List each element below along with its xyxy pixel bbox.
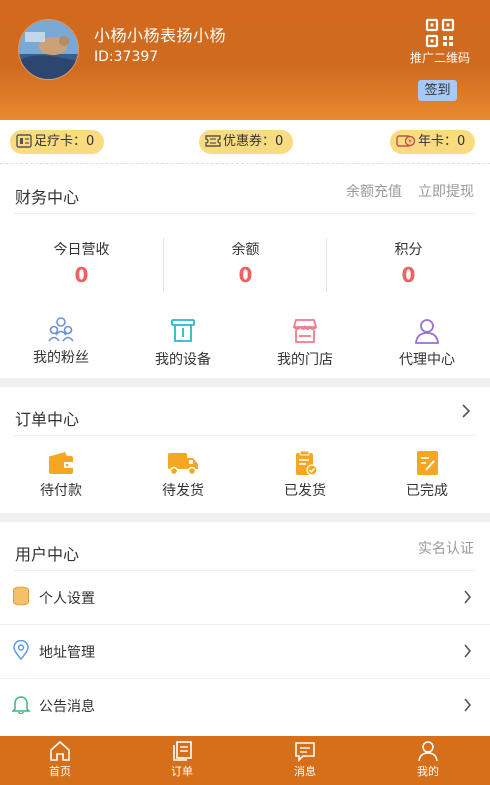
my-store-button[interactable]: 我的门店	[244, 317, 366, 369]
grid-label: 待发货	[162, 483, 204, 499]
wallet-icon	[49, 452, 73, 474]
user-name: 小杨小杨表扬小杨	[94, 26, 227, 45]
tab-label: 我的	[417, 765, 439, 778]
user-icon	[418, 741, 438, 762]
tab-mine[interactable]: 我的	[398, 740, 458, 779]
foot-card-pill[interactable]: 足疗卡：0	[10, 130, 105, 154]
device-icon	[171, 319, 195, 342]
qr-code-icon	[425, 18, 455, 48]
message-icon	[295, 742, 315, 762]
pending-payment-button[interactable]: 待付款	[0, 450, 122, 500]
truck-icon	[168, 453, 198, 476]
grid-label: 已完成	[406, 483, 448, 499]
profile-header: 小杨小杨表扬小杨 ID:37397 推广二维码 签到	[0, 0, 490, 120]
agent-icon	[415, 319, 439, 344]
row-label: 地址管理	[39, 645, 95, 661]
grid-label: 待付款	[40, 483, 82, 499]
bottom-tab-bar: 首页 订单 消息 我的	[0, 736, 490, 785]
chevron-right-icon	[464, 590, 472, 604]
address-management-row[interactable]: 地址管理	[0, 625, 490, 679]
fans-icon	[48, 317, 74, 342]
chevron-right-icon	[464, 698, 472, 712]
annual-card-label: 年卡：0	[418, 134, 466, 149]
coupon-icon	[205, 135, 221, 147]
store-icon	[292, 319, 318, 343]
database-icon	[13, 586, 29, 606]
coupon-pill[interactable]: 优惠券：0	[199, 130, 294, 154]
bell-icon	[12, 696, 30, 714]
qr-code-label: 推广二维码	[410, 51, 471, 65]
orders-icon	[173, 741, 192, 761]
finance-section-title: 财务中心	[15, 188, 80, 207]
grid-label: 我的门店	[277, 352, 333, 368]
stat-label: 积分	[394, 242, 423, 258]
stat-value: 0	[401, 263, 416, 287]
row-label: 个人设置	[39, 591, 95, 607]
chevron-right-icon	[464, 644, 472, 658]
grid-label: 我的设备	[155, 352, 211, 368]
tab-orders[interactable]: 订单	[152, 740, 212, 779]
stat-label: 余额	[231, 242, 260, 258]
grid-label: 代理中心	[399, 352, 455, 368]
recharge-link[interactable]: 余额充值	[346, 181, 402, 201]
stat-label: 今日营收	[53, 242, 110, 258]
order-section-title: 订单中心	[15, 410, 80, 429]
done-note-icon	[417, 451, 438, 475]
chevron-right-icon[interactable]	[461, 404, 471, 418]
divider	[14, 435, 476, 436]
shipped-button[interactable]: 已发货	[244, 450, 366, 500]
section-gap	[0, 378, 490, 387]
row-label: 公告消息	[39, 699, 95, 715]
avatar[interactable]	[18, 19, 79, 80]
coupon-label: 优惠券：0	[223, 134, 284, 149]
grid-label: 已发货	[284, 483, 326, 499]
pending-shipment-button[interactable]: 待发货	[122, 450, 244, 500]
tab-label: 消息	[294, 765, 316, 778]
home-icon	[50, 740, 70, 761]
stat-points: 积分 0	[327, 239, 490, 287]
user-id: ID:37397	[94, 49, 159, 65]
stat-today-revenue: 今日营收 0	[0, 239, 163, 287]
qr-code-button[interactable]: 推广二维码	[410, 18, 470, 66]
section-gap	[0, 513, 490, 522]
clipboard-check-icon	[296, 450, 318, 476]
user-section-title: 用户中心	[15, 545, 80, 564]
grid-label: 我的粉丝	[33, 350, 89, 366]
my-devices-button[interactable]: 我的设备	[122, 317, 244, 369]
tab-messages[interactable]: 消息	[275, 740, 335, 779]
withdraw-link[interactable]: 立即提现	[418, 181, 474, 201]
completed-button[interactable]: 已完成	[366, 450, 488, 500]
my-fans-button[interactable]: 我的粉丝	[0, 315, 122, 367]
svg-text:¥: ¥	[408, 139, 412, 146]
stat-value: 0	[74, 263, 89, 287]
stat-value: 0	[238, 263, 253, 287]
announcements-row[interactable]: 公告消息	[0, 679, 490, 733]
card-summary-row: 足疗卡：0 优惠券：0 ¥ 年卡：0	[0, 120, 490, 164]
stat-balance: 余额 0	[164, 239, 327, 287]
tab-label: 订单	[171, 765, 193, 778]
tab-label: 首页	[49, 765, 71, 778]
agent-center-button[interactable]: 代理中心	[366, 317, 488, 369]
foot-card-label: 足疗卡：0	[34, 134, 95, 149]
sign-in-button[interactable]: 签到	[418, 80, 457, 101]
tab-home[interactable]: 首页	[30, 740, 90, 779]
foot-card-icon	[16, 134, 32, 148]
location-pin-icon	[13, 640, 29, 660]
personal-settings-row[interactable]: 个人设置	[0, 571, 490, 625]
divider	[14, 213, 476, 214]
annual-card-pill[interactable]: ¥ 年卡：0	[390, 130, 476, 154]
annual-card-icon: ¥	[396, 135, 416, 147]
real-name-verify-link[interactable]: 实名认证	[418, 538, 474, 558]
